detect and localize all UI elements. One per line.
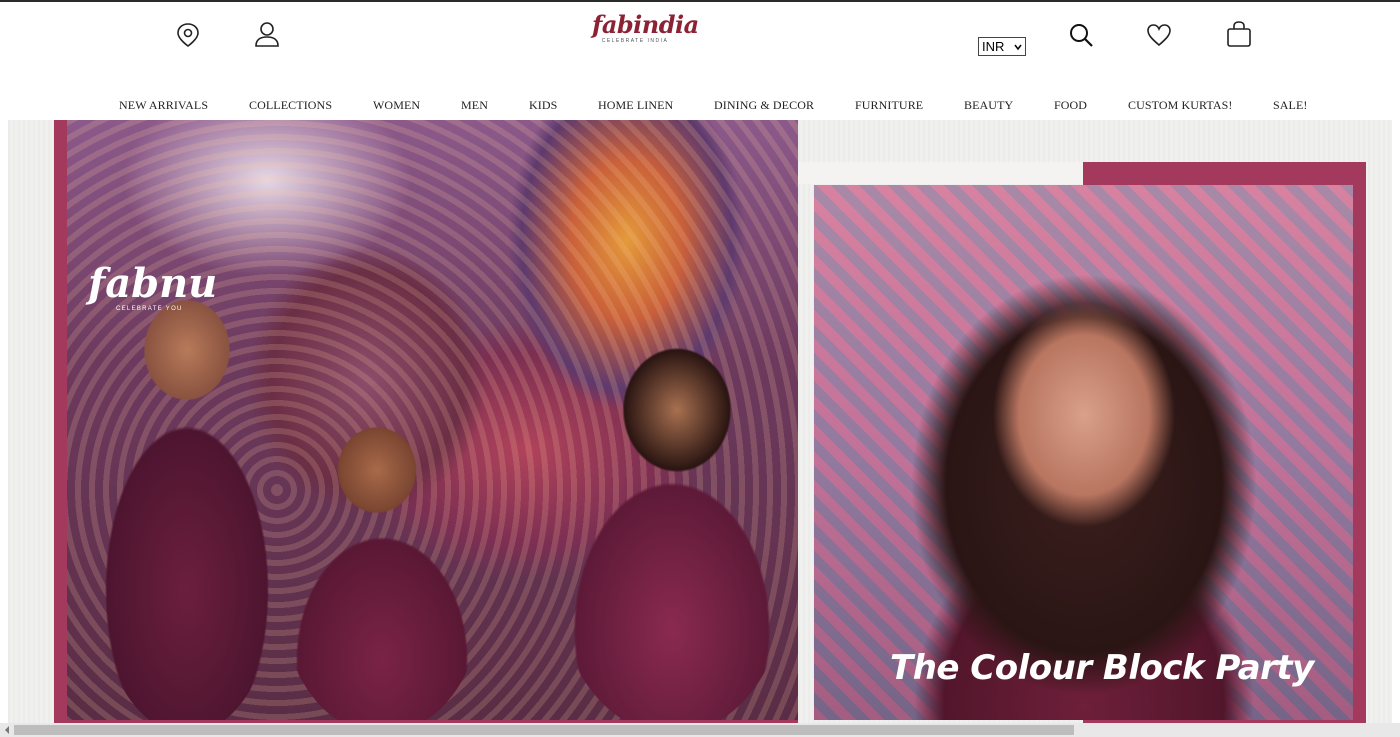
chevron-down-icon: [1014, 44, 1022, 51]
currency-select[interactable]: INR: [978, 37, 1026, 56]
heart-icon[interactable]: [1146, 22, 1172, 48]
model-figure: [547, 300, 797, 720]
site-header: fabindia CELEBRATE INDIA INR NEW ARRIVAL…: [0, 2, 1400, 120]
hero-headline: The Colour Block Party: [890, 648, 1314, 688]
currency-value: INR: [982, 39, 1005, 54]
nav-item-beauty[interactable]: BEAUTY: [964, 98, 1013, 113]
nav-item-kids[interactable]: KIDS: [529, 98, 557, 113]
model-figure: [87, 270, 287, 720]
nav-item-home-linen[interactable]: HOME LINEN: [598, 98, 673, 113]
model-figure: [277, 390, 487, 720]
nav-item-custom-kurtas[interactable]: CUSTOM KURTAS!: [1128, 98, 1233, 113]
scroll-left-arrow-icon[interactable]: [2, 725, 12, 735]
user-icon[interactable]: [254, 21, 280, 48]
nav-item-new-arrivals[interactable]: NEW ARRIVALS: [119, 98, 208, 113]
fabnu-wordmark: fabnu: [88, 260, 218, 307]
shopping-bag-icon[interactable]: [1225, 20, 1253, 48]
location-pin-icon[interactable]: [175, 22, 201, 48]
fabnu-logo: fabnu CELEBRATE YOU: [88, 260, 218, 313]
hero-right-offset-strip: [798, 162, 1083, 184]
logo-tagline: CELEBRATE INDIA: [601, 38, 669, 44]
hero-banner[interactable]: fabnu CELEBRATE YOU: [8, 120, 1392, 723]
search-icon[interactable]: [1068, 22, 1094, 48]
nav-item-men[interactable]: MEN: [461, 98, 488, 113]
main-navigation: NEW ARRIVALS COLLECTIONS WOMEN MEN KIDS …: [0, 98, 1400, 114]
scrollbar-thumb[interactable]: [14, 725, 1074, 735]
hero-left-photo: [67, 120, 798, 720]
nav-item-furniture[interactable]: FURNITURE: [855, 98, 923, 113]
nav-item-dining-decor[interactable]: DINING & DECOR: [714, 98, 814, 113]
brand-logo[interactable]: fabindia CELEBRATE INDIA: [592, 10, 699, 50]
logo-wordmark: fabindia: [592, 10, 699, 39]
nav-item-sale[interactable]: SALE!: [1273, 98, 1308, 113]
horizontal-scrollbar[interactable]: [0, 723, 1400, 737]
nav-item-women[interactable]: WOMEN: [373, 98, 420, 113]
hero-right-photo: [814, 185, 1353, 720]
nav-item-collections[interactable]: COLLECTIONS: [249, 98, 332, 113]
nav-item-food[interactable]: FOOD: [1054, 98, 1087, 113]
